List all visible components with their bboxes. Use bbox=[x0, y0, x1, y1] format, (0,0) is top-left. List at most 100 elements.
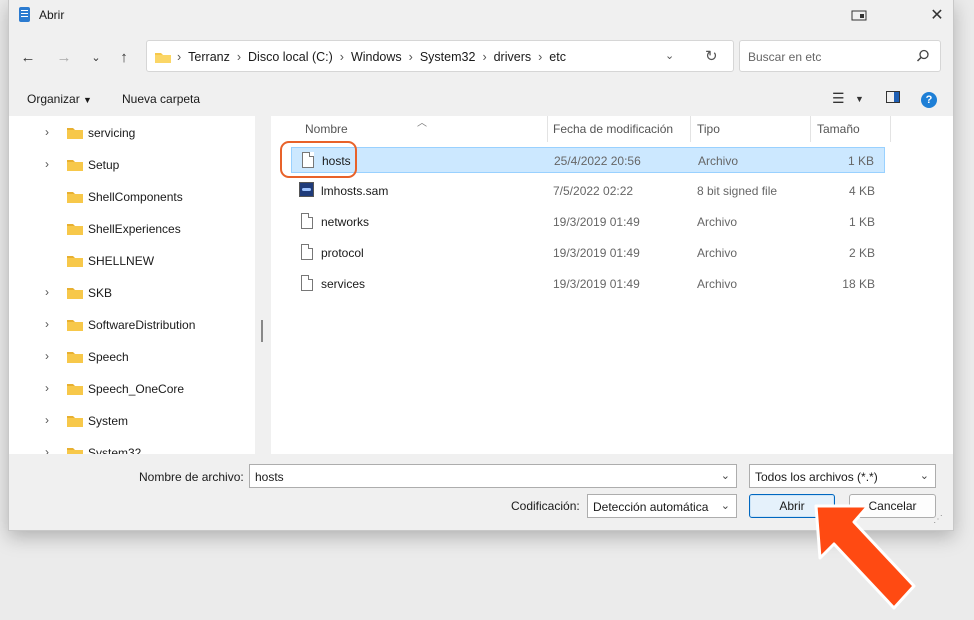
view-dropdown-icon[interactable]: ▼ bbox=[855, 94, 864, 104]
file-size: 18 KB bbox=[842, 277, 875, 291]
tree-item-label: SHELLNEW bbox=[88, 254, 155, 268]
column-header-size[interactable]: Tamaño bbox=[817, 122, 860, 148]
encoding-value: Detección automática bbox=[593, 500, 709, 514]
folder-icon bbox=[67, 352, 83, 363]
filename-field[interactable]: hosts ⌄ bbox=[249, 464, 737, 488]
chevron-right-icon[interactable]: › bbox=[45, 285, 49, 299]
tree-item-label: Speech_OneCore bbox=[88, 382, 185, 396]
search-box[interactable]: Buscar en etc bbox=[739, 40, 941, 72]
file-row[interactable]: networks 19/3/2019 01:49 Archivo 1 KB bbox=[291, 209, 885, 235]
file-row[interactable]: protocol 19/3/2019 01:49 Archivo 2 KB bbox=[291, 240, 885, 266]
file-date: 7/5/2022 02:22 bbox=[553, 184, 634, 198]
file-date: 19/3/2019 01:49 bbox=[553, 246, 640, 260]
chevron-right-icon[interactable]: › bbox=[45, 125, 49, 139]
folder-icon bbox=[67, 448, 83, 454]
encoding-label: Codificación: bbox=[511, 499, 580, 513]
file-row[interactable]: services 19/3/2019 01:49 Archivo 18 KB bbox=[291, 271, 885, 297]
column-divider[interactable] bbox=[890, 116, 891, 142]
encoding-select[interactable]: Detección automática ⌄ bbox=[587, 494, 737, 518]
tree-item-label: ShellExperiences bbox=[88, 222, 181, 236]
file-name: lmhosts.sam bbox=[321, 184, 389, 198]
tree-item[interactable]: › Setup bbox=[9, 150, 255, 178]
back-arrow-icon[interactable]: ← bbox=[17, 46, 39, 68]
chevron-down-icon: ⌄ bbox=[919, 470, 929, 482]
tree-item[interactable]: › System bbox=[9, 406, 255, 434]
filename-label: Nombre de archivo: bbox=[139, 470, 244, 484]
column-header-name[interactable]: Nombre bbox=[305, 122, 348, 148]
chevron-right-icon[interactable]: › bbox=[45, 157, 49, 171]
organize-label: Organizar bbox=[27, 92, 80, 106]
file-type-value: Todos los archivos (*.*) bbox=[755, 470, 878, 484]
view-options-icon[interactable]: ☰ bbox=[832, 90, 845, 107]
tree-item[interactable]: › servicing bbox=[9, 118, 255, 146]
chevron-right-icon[interactable]: › bbox=[45, 413, 49, 427]
refresh-icon[interactable]: ↻ bbox=[705, 47, 718, 65]
folder-icon bbox=[67, 288, 83, 299]
tree-item-label: SoftwareDistribution bbox=[88, 318, 196, 332]
file-name: hosts bbox=[322, 154, 351, 168]
tree-item-label: Speech bbox=[88, 350, 129, 364]
file-size: 2 KB bbox=[848, 246, 875, 260]
breadcrumb-item[interactable]: drivers bbox=[494, 50, 532, 64]
file-type: Archivo bbox=[698, 154, 739, 168]
file-type-select[interactable]: Todos los archivos (*.*) ⌄ bbox=[749, 464, 936, 488]
file-row[interactable]: lmhosts.sam 7/5/2022 02:22 8 bit signed fi… bbox=[291, 178, 885, 204]
chevron-down-icon[interactable]: ⌄ bbox=[721, 469, 730, 482]
sort-ascending-icon: ︿ bbox=[417, 118, 427, 129]
help-icon[interactable]: ? bbox=[921, 92, 937, 108]
tree-item[interactable]: › Speech_OneCore bbox=[9, 374, 255, 402]
tree-item[interactable]: SHELLNEW bbox=[9, 246, 255, 274]
breadcrumb-item[interactable]: System32 bbox=[420, 50, 476, 64]
resize-grip-icon[interactable]: ⋰ bbox=[933, 514, 943, 525]
window-toggle-icon[interactable] bbox=[841, 0, 877, 30]
caret-down-icon: ▼ bbox=[83, 95, 92, 105]
window-title: Abrir bbox=[39, 8, 65, 22]
tree-item[interactable]: › SoftwareDistribution bbox=[9, 310, 255, 338]
tree-item[interactable]: › SKB bbox=[9, 278, 255, 306]
tree-item-label: System bbox=[88, 414, 129, 428]
address-dropdown-icon[interactable]: ⌄ bbox=[665, 49, 674, 62]
search-input[interactable]: Buscar en etc bbox=[748, 50, 821, 64]
column-header-date[interactable]: Fecha de modificación bbox=[553, 122, 673, 148]
address-bar[interactable]: › Terranz › Disco local (C:) › Windows ›… bbox=[146, 40, 734, 72]
close-icon[interactable]: ✕ bbox=[919, 0, 955, 30]
tree-item[interactable]: ShellExperiences bbox=[9, 214, 255, 242]
breadcrumb-item[interactable]: Disco local (C:) bbox=[248, 50, 333, 64]
file-size: 1 KB bbox=[847, 154, 874, 168]
forward-arrow-icon[interactable]: → bbox=[53, 46, 75, 68]
scrollbar-thumb[interactable] bbox=[261, 320, 263, 342]
tree-item[interactable]: ShellComponents bbox=[9, 182, 255, 210]
tree-item[interactable]: › Speech bbox=[9, 342, 255, 370]
file-type: 8 bit signed file bbox=[697, 184, 778, 198]
chevron-right-icon[interactable]: › bbox=[45, 317, 49, 331]
column-divider[interactable] bbox=[690, 116, 691, 142]
breadcrumb-item[interactable]: etc bbox=[549, 50, 566, 64]
tree-item-label: ShellComponents bbox=[88, 190, 183, 204]
chevron-right-icon[interactable]: › bbox=[45, 445, 49, 454]
pane-splitter[interactable] bbox=[255, 116, 271, 454]
search-icon[interactable] bbox=[916, 49, 930, 63]
file-name: protocol bbox=[321, 246, 364, 260]
column-divider[interactable] bbox=[547, 116, 548, 142]
folder-icon bbox=[67, 160, 83, 171]
chevron-right-icon[interactable]: › bbox=[45, 349, 49, 363]
up-arrow-icon[interactable]: ↑ bbox=[113, 46, 135, 68]
tree-item-label: SKB bbox=[88, 286, 113, 300]
preview-pane-icon[interactable] bbox=[886, 90, 900, 106]
breadcrumb-item[interactable]: Terranz bbox=[188, 50, 230, 64]
file-icon bbox=[302, 152, 314, 168]
folder-icon bbox=[67, 256, 83, 267]
file-row[interactable]: hosts 25/4/2022 20:56 Archivo 1 KB bbox=[291, 147, 885, 173]
file-type: Archivo bbox=[697, 277, 738, 291]
chevron-right-icon[interactable]: › bbox=[45, 381, 49, 395]
navigation-bar: ← → ⌄ ↑ › Terranz › Disco local (C:) › W… bbox=[9, 38, 953, 76]
breadcrumb-item[interactable]: Windows bbox=[351, 50, 402, 64]
organize-menu[interactable]: Organizar ▼ bbox=[27, 92, 92, 106]
recent-locations-chevron-icon[interactable]: ⌄ bbox=[85, 46, 107, 68]
tree-item[interactable]: › System32 bbox=[9, 438, 255, 454]
breadcrumb-separator-icon: › bbox=[177, 50, 182, 64]
sam-file-icon bbox=[299, 182, 314, 197]
column-divider[interactable] bbox=[810, 116, 811, 142]
column-header-type[interactable]: Tipo bbox=[697, 122, 720, 148]
new-folder-button[interactable]: Nueva carpeta bbox=[122, 92, 200, 106]
